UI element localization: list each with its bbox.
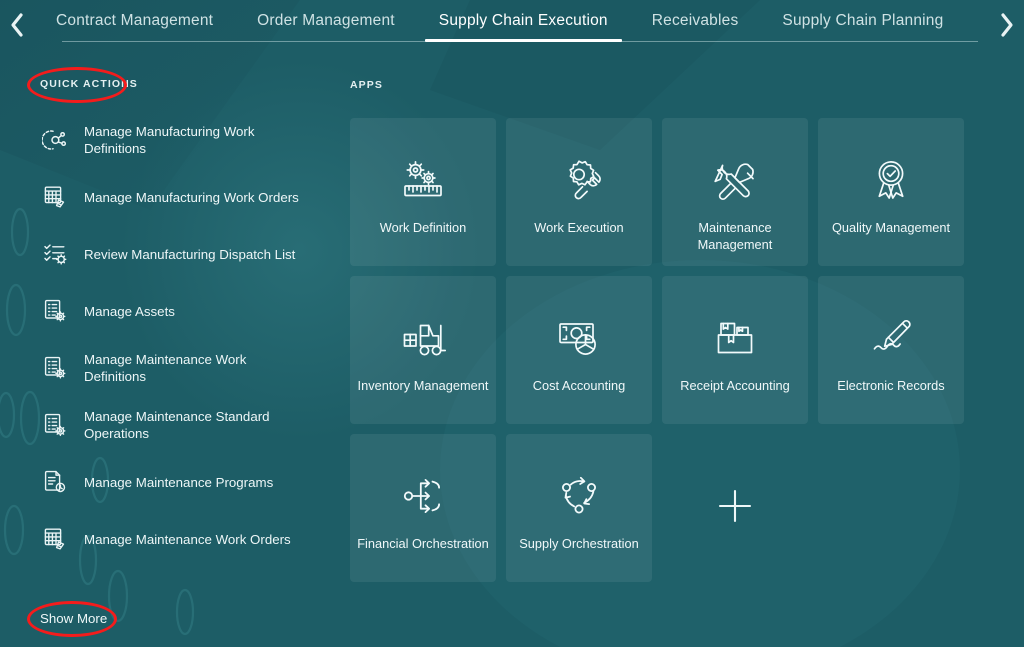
signature-pen-icon <box>864 310 918 366</box>
app-tile-supply-orchestration[interactable]: Supply Orchestration <box>506 434 652 582</box>
tab-supply-chain-planning[interactable]: Supply Chain Planning <box>760 0 965 41</box>
tab-order-management[interactable]: Order Management <box>235 0 417 41</box>
gears-ruler-icon <box>396 152 450 208</box>
nav-prev-button[interactable] <box>0 0 34 49</box>
asset-document-gear-icon <box>36 294 74 328</box>
tab-label: Supply Chain Execution <box>438 11 608 29</box>
work-definition-network-icon <box>36 123 74 157</box>
tab-supply-chain-execution[interactable]: Supply Chain Execution <box>417 0 630 42</box>
show-more-link[interactable]: Show More <box>40 611 107 626</box>
app-tile-label: Electronic Records <box>837 378 945 393</box>
quick-action-label: Manage Maintenance Standard Operations <box>84 409 270 441</box>
app-tile-label: Supply Orchestration <box>519 536 639 551</box>
app-tile-cost-accounting[interactable]: Cost Accounting <box>506 276 652 424</box>
app-tile-label: Financial Orchestration <box>357 536 489 551</box>
quick-action-label: Manage Manufacturing Work Orders <box>84 189 299 205</box>
plus-icon <box>713 484 757 533</box>
flow-branch-arrows-icon <box>396 468 450 524</box>
app-tile-quality-management[interactable]: Quality Management <box>818 118 964 266</box>
app-tile-inventory-management[interactable]: Inventory Management <box>350 276 496 424</box>
app-tile-work-definition[interactable]: Work Definition <box>350 118 496 266</box>
tab-contract-management[interactable]: Contract Management <box>34 0 235 41</box>
checklist-gear-icon <box>36 237 74 271</box>
program-clock-icon <box>36 465 74 499</box>
standard-operations-gear-icon <box>36 408 74 442</box>
quick-actions-heading: QUICK ACTIONS <box>40 78 138 90</box>
quick-action-item[interactable]: Manage Manufacturing Work Orders <box>36 175 336 219</box>
quick-action-item[interactable]: Manage Maintenance Work Definitions <box>36 346 336 390</box>
maintenance-work-order-icon <box>36 522 74 556</box>
top-navigation-bar: Contract Management Order Management Suppl… <box>0 0 1024 49</box>
chevron-left-icon <box>9 12 25 38</box>
app-tile-label: Quality Management <box>831 220 951 235</box>
circular-flow-icon <box>552 468 606 524</box>
apps-heading: APPS <box>350 79 383 91</box>
chevron-right-icon <box>999 12 1015 38</box>
quick-action-label: Manage Assets <box>84 303 175 319</box>
app-tile-electronic-records[interactable]: Electronic Records <box>818 276 964 424</box>
quick-action-item[interactable]: Manage Maintenance Programs <box>36 460 336 504</box>
quick-action-label: Manage Maintenance Work Orders <box>84 531 291 547</box>
app-tile-financial-orchestration[interactable]: Financial Orchestration <box>350 434 496 582</box>
boxes-icon <box>708 310 762 366</box>
quick-action-item[interactable]: Review Manufacturing Dispatch List <box>36 232 336 276</box>
tab-strip: Contract Management Order Management Suppl… <box>34 0 990 49</box>
tab-receivables[interactable]: Receivables <box>630 0 761 41</box>
app-tile-label: Work Execution <box>534 220 624 235</box>
tab-label: Order Management <box>257 11 395 29</box>
work-order-document-icon <box>36 180 74 214</box>
quick-actions-list: Manage Manufacturing Work Definitions Ma… <box>36 118 336 574</box>
nav-next-button[interactable] <box>990 0 1024 49</box>
app-tile-label: Receipt Accounting <box>680 378 790 393</box>
money-pie-chart-icon <box>552 310 606 366</box>
apps-grid: Work Definition Work Execution Maintenan… <box>350 118 974 582</box>
forklift-icon <box>396 310 450 366</box>
quick-action-item[interactable]: Manage Maintenance Standard Operations <box>36 403 336 447</box>
gear-wrench-icon <box>552 152 606 208</box>
quick-action-label: Manage Manufacturing Work Definitions <box>84 124 255 156</box>
quick-action-item[interactable]: Manage Assets <box>36 289 336 333</box>
quick-action-item[interactable]: Manage Maintenance Work Orders <box>36 517 336 561</box>
maintenance-definition-gear-icon <box>36 351 74 385</box>
app-tile-receipt-accounting[interactable]: Receipt Accounting <box>662 276 808 424</box>
tab-label: Contract Management <box>56 11 214 29</box>
quality-ribbon-check-icon <box>864 152 918 208</box>
tab-label: Supply Chain Planning <box>782 11 944 29</box>
app-tile-label: Work Definition <box>379 220 467 235</box>
app-tile-maintenance-management[interactable]: Maintenance Management <box>662 118 808 266</box>
app-tile-work-execution[interactable]: Work Execution <box>506 118 652 266</box>
quick-action-label: Manage Maintenance Work Definitions <box>84 352 247 384</box>
app-tile-label: Cost Accounting <box>532 378 626 393</box>
app-tile-label: Maintenance Management <box>697 220 773 252</box>
quick-action-item[interactable]: Manage Manufacturing Work Definitions <box>36 118 336 162</box>
wrench-hammer-icon <box>708 152 762 208</box>
tab-label: Receivables <box>651 11 739 29</box>
add-app-tile-button[interactable] <box>662 434 808 582</box>
quick-action-label: Review Manufacturing Dispatch List <box>84 246 296 262</box>
quick-action-label: Manage Maintenance Programs <box>84 474 274 490</box>
app-tile-label: Inventory Management <box>357 378 489 393</box>
